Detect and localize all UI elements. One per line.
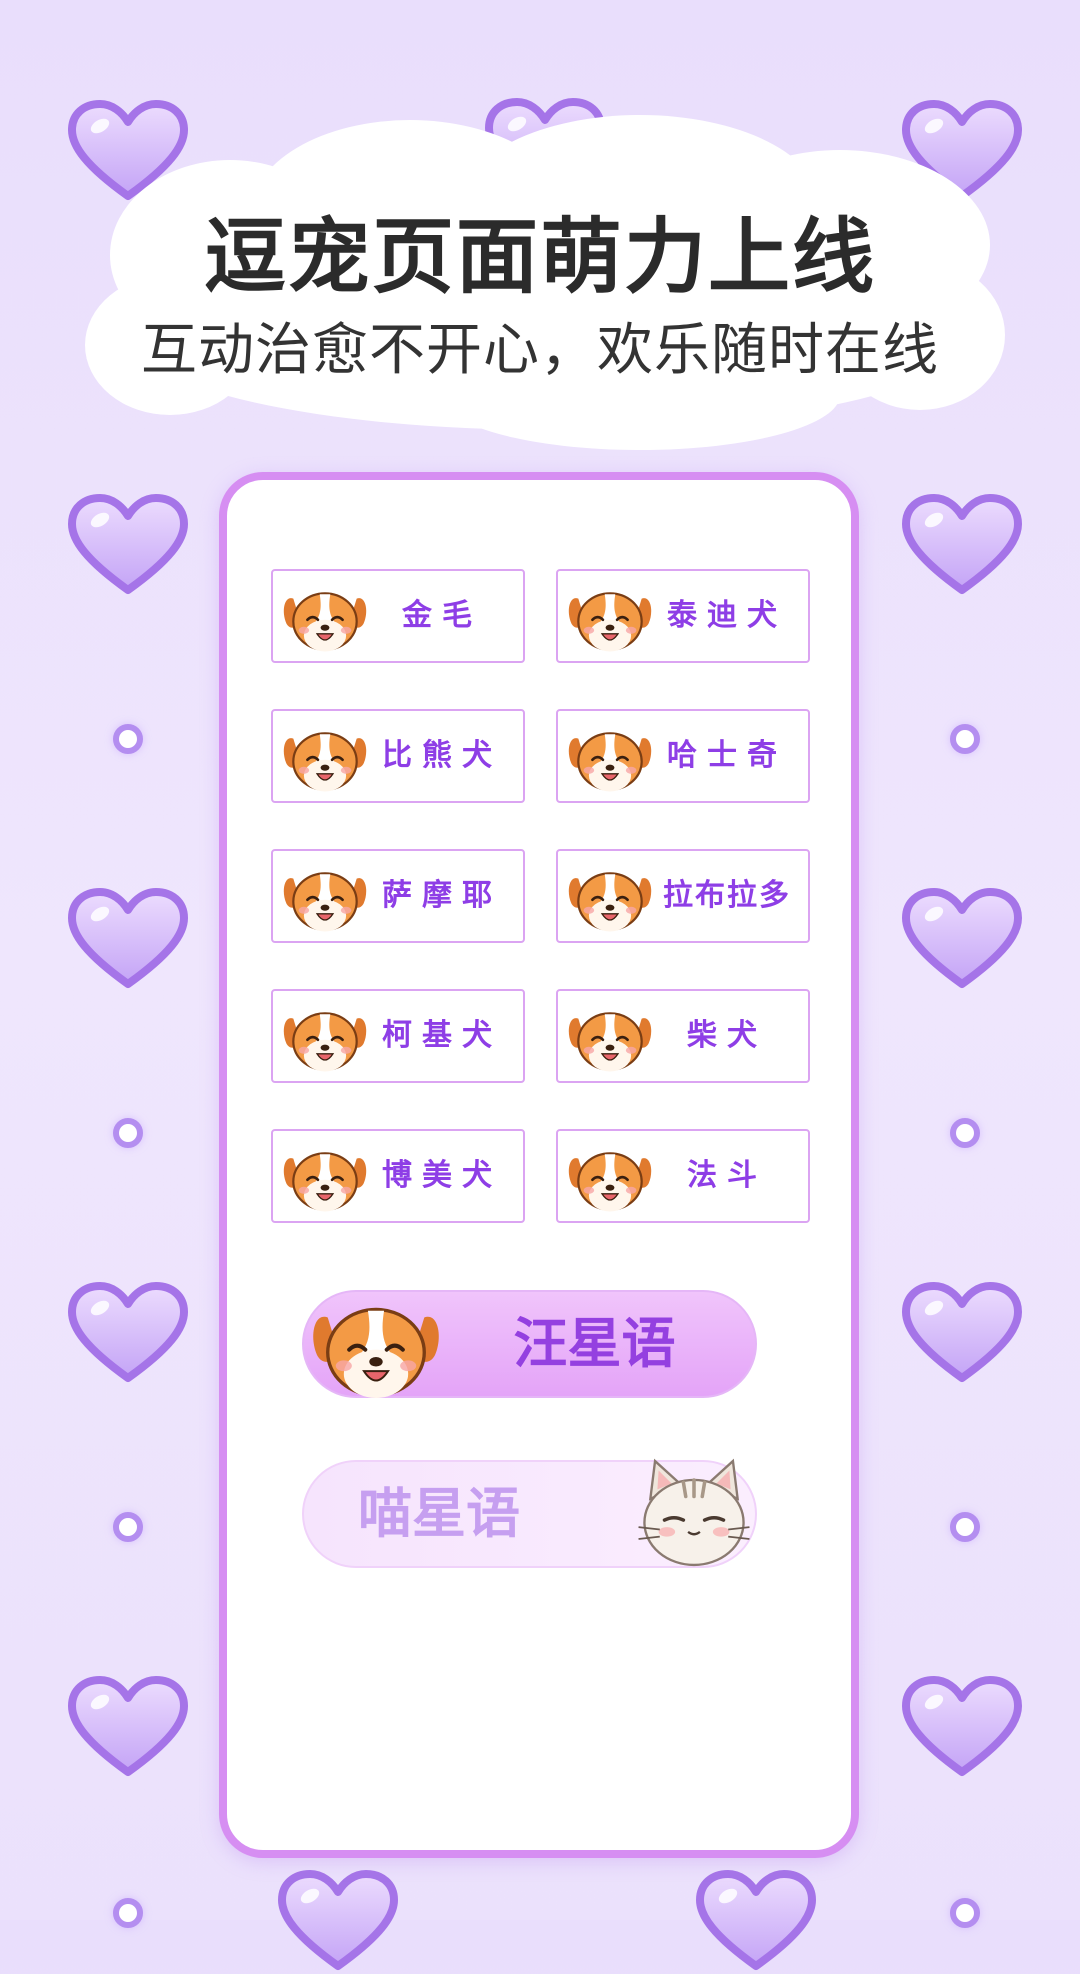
heart-icon — [66, 888, 190, 992]
dot-decoration — [113, 1512, 143, 1542]
breed-button-shiba[interactable]: 柴犬 — [556, 989, 810, 1083]
breed-button-pomeranian[interactable]: 博美犬 — [271, 1129, 525, 1223]
breed-button-corgi[interactable]: 柯基犬 — [271, 989, 525, 1083]
breed-button-teddy[interactable]: 泰迪犬 — [556, 569, 810, 663]
breed-button-bichon[interactable]: 比熊犬 — [271, 709, 525, 803]
dog-face-icon — [281, 999, 369, 1077]
dog-face-icon — [566, 579, 654, 657]
heart-icon — [66, 494, 190, 598]
heart-icon — [66, 1282, 190, 1386]
dog-face-icon — [300, 1288, 452, 1406]
breed-label: 泰迪犬 — [667, 598, 787, 633]
dot-decoration — [950, 724, 980, 754]
breed-label: 法斗 — [687, 1158, 767, 1193]
dog-face-icon — [566, 1139, 654, 1217]
breed-button-french-bulldog[interactable]: 法斗 — [556, 1129, 810, 1223]
page-title: 逗宠页面萌力上线 — [203, 210, 876, 305]
dog-face-icon — [566, 719, 654, 797]
breed-label: 比熊犬 — [382, 738, 502, 773]
breed-button-golden-retriever[interactable]: 金毛 — [271, 569, 525, 663]
breed-button-samoyed[interactable]: 萨摩耶 — [271, 849, 525, 943]
heart-icon — [900, 888, 1024, 992]
dot-decoration — [113, 1118, 143, 1148]
heart-icon — [694, 1870, 818, 1974]
dot-decoration — [113, 724, 143, 754]
dog-face-icon — [281, 859, 369, 937]
dog-face-icon — [566, 999, 654, 1077]
dog-face-icon — [281, 719, 369, 797]
dog-language-label: 汪星语 — [513, 1312, 676, 1375]
cat-face-icon — [628, 1454, 760, 1572]
dog-face-icon — [566, 859, 654, 937]
breed-label: 博美犬 — [382, 1158, 502, 1193]
breed-label: 柯基犬 — [382, 1018, 502, 1053]
dog-face-icon — [281, 1139, 369, 1217]
heart-icon — [900, 1282, 1024, 1386]
page-subtitle: 互动治愈不开心，欢乐随时在线 — [141, 318, 939, 383]
dot-decoration — [950, 1118, 980, 1148]
heart-icon — [276, 1870, 400, 1974]
cat-language-label: 喵星语 — [358, 1482, 520, 1545]
breed-label: 金毛 — [402, 598, 482, 633]
breed-button-labrador[interactable]: 拉布拉多 — [556, 849, 810, 943]
heart-icon — [66, 1676, 190, 1780]
breed-label: 萨摩耶 — [382, 878, 502, 913]
heart-icon — [900, 494, 1024, 598]
dog-face-icon — [281, 579, 369, 657]
dot-decoration — [113, 1898, 143, 1928]
breed-label: 哈士奇 — [667, 738, 787, 773]
dot-decoration — [950, 1512, 980, 1542]
breed-label: 拉布拉多 — [663, 878, 791, 913]
breed-label: 柴犬 — [687, 1018, 767, 1053]
breed-button-husky[interactable]: 哈士奇 — [556, 709, 810, 803]
dot-decoration — [950, 1898, 980, 1928]
heart-icon — [900, 1676, 1024, 1780]
